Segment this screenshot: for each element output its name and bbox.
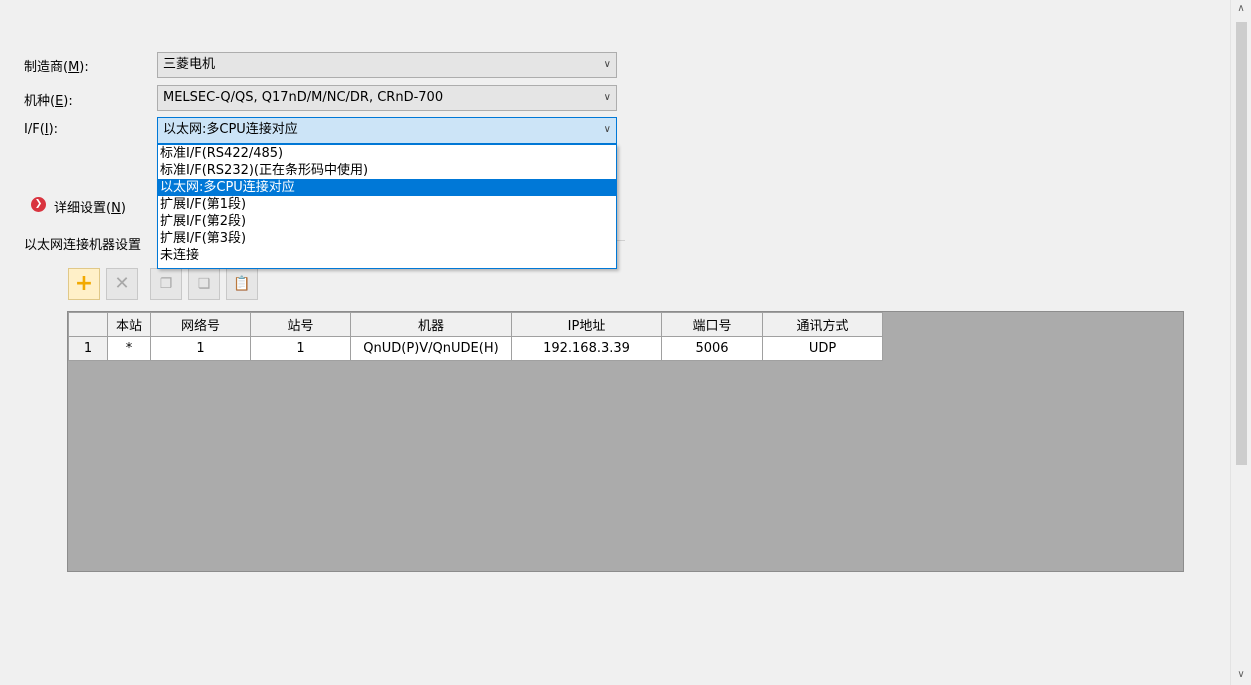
scroll-up-icon[interactable]: ∧ bbox=[1231, 0, 1251, 17]
if-option[interactable]: 扩展I/F(第1段) bbox=[158, 196, 616, 213]
if-option[interactable]: 扩展I/F(第2段) bbox=[158, 213, 616, 230]
column-header[interactable]: 本站 bbox=[107, 312, 151, 337]
cell-self-station[interactable]: * bbox=[107, 336, 151, 361]
if-option[interactable]: 未连接 bbox=[158, 247, 616, 264]
cell-ip-address[interactable]: 192.168.3.39 bbox=[511, 336, 662, 361]
if-option-selected[interactable]: 以太网:多CPU连接对应 bbox=[158, 179, 616, 196]
paste-icon: ❏ bbox=[197, 276, 211, 292]
if-option[interactable]: 标准I/F(RS422/485) bbox=[158, 145, 616, 162]
scrollbar-thumb[interactable] bbox=[1236, 22, 1247, 465]
section-label: 以太网连接机器设置 bbox=[24, 238, 142, 253]
if-option[interactable]: 标准I/F(RS232)(正在条形码中使用) bbox=[158, 162, 616, 179]
add-button[interactable]: + bbox=[68, 268, 100, 300]
chevron-down-icon: ∨ bbox=[603, 59, 611, 70]
if-option[interactable]: 扩展I/F(第3段) bbox=[158, 230, 616, 247]
chevron-down-icon: ∨ bbox=[603, 124, 611, 135]
chevron-down-icon: ∨ bbox=[603, 92, 611, 103]
clipboard-icon: 📋 bbox=[233, 276, 251, 292]
paste-button[interactable]: ❏ bbox=[188, 268, 220, 300]
add-icon: + bbox=[74, 271, 94, 296]
connection-grid[interactable]: 本站 网络号 站号 机器 IP地址 端口号 通讯方式 1 * 1 1 QnUD(… bbox=[67, 311, 1184, 572]
table-row[interactable]: 1 * 1 1 QnUD(P)V/QnUDE(H) 192.168.3.39 5… bbox=[68, 336, 883, 361]
detail-settings-toggle[interactable]: 详细设置(N) bbox=[54, 197, 126, 216]
cell-device[interactable]: QnUD(P)V/QnUDE(H) bbox=[350, 336, 512, 361]
delete-icon: ✕ bbox=[114, 273, 130, 294]
scroll-down-icon[interactable]: ∨ bbox=[1231, 666, 1251, 683]
connection-table: 本站 网络号 站号 机器 IP地址 端口号 通讯方式 1 * 1 1 QnUD(… bbox=[68, 312, 883, 361]
maker-combo[interactable]: 三菱电机 ∨ bbox=[157, 52, 617, 78]
column-header[interactable]: IP地址 bbox=[511, 312, 662, 337]
column-header[interactable]: 站号 bbox=[250, 312, 351, 337]
separator bbox=[617, 240, 625, 241]
if-value: 以太网:多CPU连接对应 bbox=[163, 122, 298, 137]
model-label: 机种(E): bbox=[24, 94, 73, 109]
copy-button[interactable]: ❐ bbox=[150, 268, 182, 300]
column-header[interactable]: 机器 bbox=[350, 312, 512, 337]
maker-label: 制造商(M): bbox=[24, 60, 89, 75]
column-header[interactable] bbox=[68, 312, 108, 337]
delete-button[interactable]: ✕ bbox=[106, 268, 138, 300]
cell-station-no[interactable]: 1 bbox=[250, 336, 351, 361]
model-combo[interactable]: MELSEC-Q/QS, Q17nD/M/NC/DR, CRnD-700 ∨ bbox=[157, 85, 617, 111]
column-header[interactable]: 网络号 bbox=[150, 312, 251, 337]
row-number[interactable]: 1 bbox=[68, 336, 108, 361]
table-header-row: 本站 网络号 站号 机器 IP地址 端口号 通讯方式 bbox=[68, 312, 883, 337]
copy-icon: ❐ bbox=[159, 276, 173, 292]
model-value: MELSEC-Q/QS, Q17nD/M/NC/DR, CRnD-700 bbox=[163, 90, 444, 105]
cell-port[interactable]: 5006 bbox=[661, 336, 763, 361]
if-dropdown-list[interactable]: 标准I/F(RS422/485) 标准I/F(RS232)(正在条形码中使用) … bbox=[157, 144, 617, 269]
cell-protocol[interactable]: UDP bbox=[762, 336, 883, 361]
collapse-chevron-icon[interactable]: ❯ bbox=[31, 197, 46, 212]
if-combo[interactable]: 以太网:多CPU连接对应 ∨ bbox=[157, 117, 617, 144]
vertical-scrollbar[interactable]: ∧ ∨ bbox=[1230, 0, 1251, 685]
column-header[interactable]: 端口号 bbox=[661, 312, 763, 337]
maker-value: 三菱电机 bbox=[163, 57, 216, 72]
column-header[interactable]: 通讯方式 bbox=[762, 312, 883, 337]
if-label: I/F(I): bbox=[24, 122, 59, 137]
paste-insert-button[interactable]: 📋 bbox=[226, 268, 258, 300]
cell-network-no[interactable]: 1 bbox=[150, 336, 251, 361]
